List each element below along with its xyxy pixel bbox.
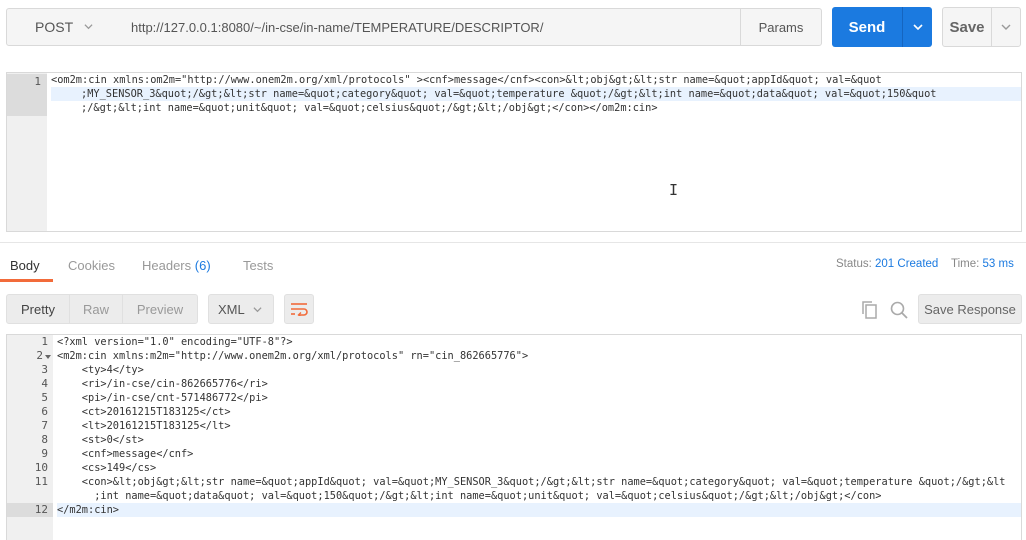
response-code-line: <ri>/in-cse/cin-862665776</ri>	[57, 378, 268, 390]
line-number: 4	[41, 377, 48, 390]
save-response-label: Save Response	[924, 301, 1016, 317]
save-response-button[interactable]: Save Response	[918, 294, 1022, 324]
request-body-editor[interactable]: 1 <om2m:cin xmlns:om2m="http://www.onem2…	[6, 72, 1022, 232]
current-line-highlight	[57, 503, 1021, 517]
response-code-line: <ct>20161215T183125</ct>	[57, 406, 231, 418]
tab-tests[interactable]: Tests	[243, 258, 273, 273]
response-code-line: <lt>20161215T183125</lt>	[57, 420, 231, 432]
save-dropdown-button[interactable]	[991, 7, 1021, 47]
line-gutter: 1	[7, 73, 47, 231]
status-value[interactable]: 201 Created	[875, 258, 938, 270]
time-value[interactable]: 53 ms	[983, 258, 1014, 270]
wrap-lines-button[interactable]	[284, 294, 314, 324]
send-dropdown-button[interactable]	[902, 7, 932, 47]
format-label: XML	[218, 301, 245, 317]
copy-icon[interactable]	[860, 300, 880, 320]
view-preview-label: Preview	[136, 301, 184, 317]
line-number: 5	[41, 391, 48, 404]
response-tabs: Body Cookies Headers (6) Tests Status: 2…	[0, 248, 1026, 284]
request-code: <om2m:cin xmlns:om2m="http://www.onem2m.…	[51, 73, 1021, 117]
line-number: 3	[41, 363, 48, 376]
chevron-down-icon	[1001, 24, 1011, 30]
line-number: 1	[41, 335, 48, 348]
active-line-marker	[7, 74, 47, 116]
view-raw-label: Raw	[82, 301, 109, 317]
request-code-line: <om2m:cin xmlns:om2m="http://www.onem2m.…	[51, 74, 882, 86]
save-label: Save	[949, 18, 985, 36]
line-number: 7	[41, 419, 48, 432]
line-number: 2	[36, 349, 43, 362]
section-divider	[0, 242, 1026, 243]
tab-cookies[interactable]: Cookies	[68, 258, 115, 273]
tab-headers-label: Headers	[142, 258, 192, 273]
response-code-line: <cs>149</cs>	[57, 462, 157, 474]
line-number: 10	[34, 461, 48, 474]
response-code-line: <?xml version="1.0" encoding="UTF-8"?>	[57, 336, 293, 348]
chevron-down-icon	[912, 24, 923, 31]
send-label: Send	[848, 18, 886, 36]
line-number: 9	[41, 447, 48, 460]
status-readout: Status: 201 Created	[836, 258, 938, 270]
response-code-line: <m2m:cin xmlns:m2m="http://www.onem2m.or…	[57, 350, 529, 362]
response-body-viewer[interactable]: 1 2 3 4 5 6 7 8 9 10 11 12 <?xml version…	[6, 334, 1022, 540]
response-code-line: ;int name=&quot;data&quot; val=&quot;150…	[57, 490, 882, 502]
method-label: POST	[35, 19, 74, 35]
line-number: 12	[34, 503, 48, 516]
request-code-line: ;/&gt;&lt;int name=&quot;unit&quot; val=…	[81, 102, 658, 114]
format-select[interactable]: XML	[208, 294, 274, 324]
text-cursor-icon: I	[669, 181, 679, 199]
view-preview-button[interactable]: Preview	[122, 294, 198, 324]
active-tab-indicator	[0, 279, 53, 282]
line-gutter: 1 2 3 4 5 6 7 8 9 10 11 12	[7, 335, 53, 540]
headers-count: (6)	[194, 258, 211, 273]
line-number: 1	[34, 75, 41, 88]
response-code-line: <ty>4</ty>	[57, 364, 144, 376]
time-label: Time:	[951, 258, 980, 270]
fold-toggle-icon[interactable]	[45, 355, 51, 359]
tab-body[interactable]: Body	[10, 258, 40, 273]
tab-headers[interactable]: Headers (6)	[142, 258, 211, 273]
url-text: http://127.0.0.1:8080/~/in-cse/in-name/T…	[131, 19, 544, 35]
view-raw-button[interactable]: Raw	[69, 294, 123, 324]
request-bar: POST http://127.0.0.1:8080/~/in-cse/in-n…	[0, 0, 1026, 58]
request-code-line: ;MY_SENSOR_3&quot;/&gt;&lt;str name=&quo…	[81, 88, 937, 100]
response-code-line: <pi>/in-cse/cnt-571486772</pi>	[57, 392, 268, 404]
response-code-line: <st>0</st>	[57, 434, 144, 446]
chevron-down-icon	[84, 24, 93, 30]
response-code-line: </m2m:cin>	[57, 504, 119, 516]
view-pretty-label: Pretty	[21, 301, 55, 317]
time-readout: Time: 53 ms	[951, 258, 1014, 270]
params-label: Params	[758, 19, 804, 35]
send-button[interactable]: Send	[832, 7, 902, 47]
save-button[interactable]: Save	[942, 7, 992, 47]
response-code: <?xml version="1.0" encoding="UTF-8"?> <…	[57, 335, 1021, 540]
status-label: Status:	[836, 258, 872, 270]
url-input[interactable]: http://127.0.0.1:8080/~/in-cse/in-name/T…	[121, 8, 741, 46]
response-code-line: <con>&lt;obj&gt;&lt;str name=&quot;appId…	[57, 476, 1006, 488]
params-button[interactable]: Params	[740, 8, 822, 46]
method-select[interactable]: POST	[6, 8, 122, 46]
chevron-down-icon	[253, 307, 262, 313]
wrap-lines-icon	[291, 303, 308, 316]
search-icon[interactable]	[889, 300, 909, 320]
view-pretty-button[interactable]: Pretty	[6, 294, 70, 324]
line-number: 8	[41, 433, 48, 446]
response-code-line: <cnf>message</cnf>	[57, 448, 194, 460]
line-number: 6	[41, 405, 48, 418]
line-number: 11	[34, 475, 48, 488]
response-view-bar: Pretty Raw Preview XML Save Response	[0, 292, 1026, 326]
